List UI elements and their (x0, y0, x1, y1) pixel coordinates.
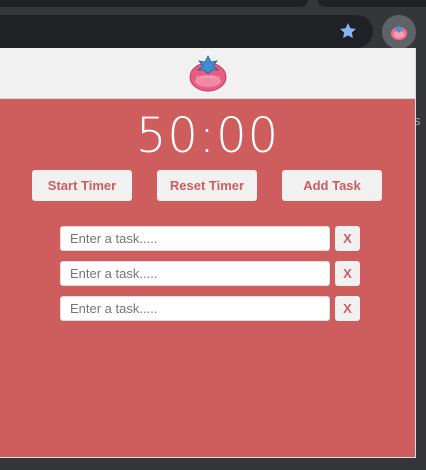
browser-tab-strip-right (318, 0, 426, 7)
task-input[interactable] (60, 296, 330, 321)
pomodoro-popup: 50:00 Start Timer Reset Timer Add Task X… (0, 48, 416, 458)
task-input[interactable] (60, 226, 330, 251)
tomato-icon (391, 25, 407, 40)
browser-tab-strip (0, 0, 308, 7)
address-bar[interactable] (0, 15, 373, 48)
star-icon[interactable] (338, 21, 358, 41)
popup-header (0, 48, 415, 99)
remove-task-button[interactable]: X (335, 226, 360, 251)
reset-timer-button[interactable]: Reset Timer (157, 170, 257, 201)
add-task-button[interactable]: Add Task (282, 170, 382, 201)
remove-task-button[interactable]: X (335, 296, 360, 321)
remove-task-button[interactable]: X (335, 261, 360, 286)
task-input[interactable] (60, 261, 330, 286)
extension-button[interactable] (382, 15, 416, 49)
task-row: X (60, 226, 415, 251)
start-timer-button[interactable]: Start Timer (32, 170, 132, 201)
timer-controls: Start Timer Reset Timer Add Task (0, 170, 415, 201)
timer-display: 50:00 (135, 108, 280, 164)
task-row: X (60, 261, 415, 286)
tomato-icon (189, 55, 226, 92)
task-list: X X X (0, 226, 415, 321)
task-row: X (60, 296, 415, 321)
